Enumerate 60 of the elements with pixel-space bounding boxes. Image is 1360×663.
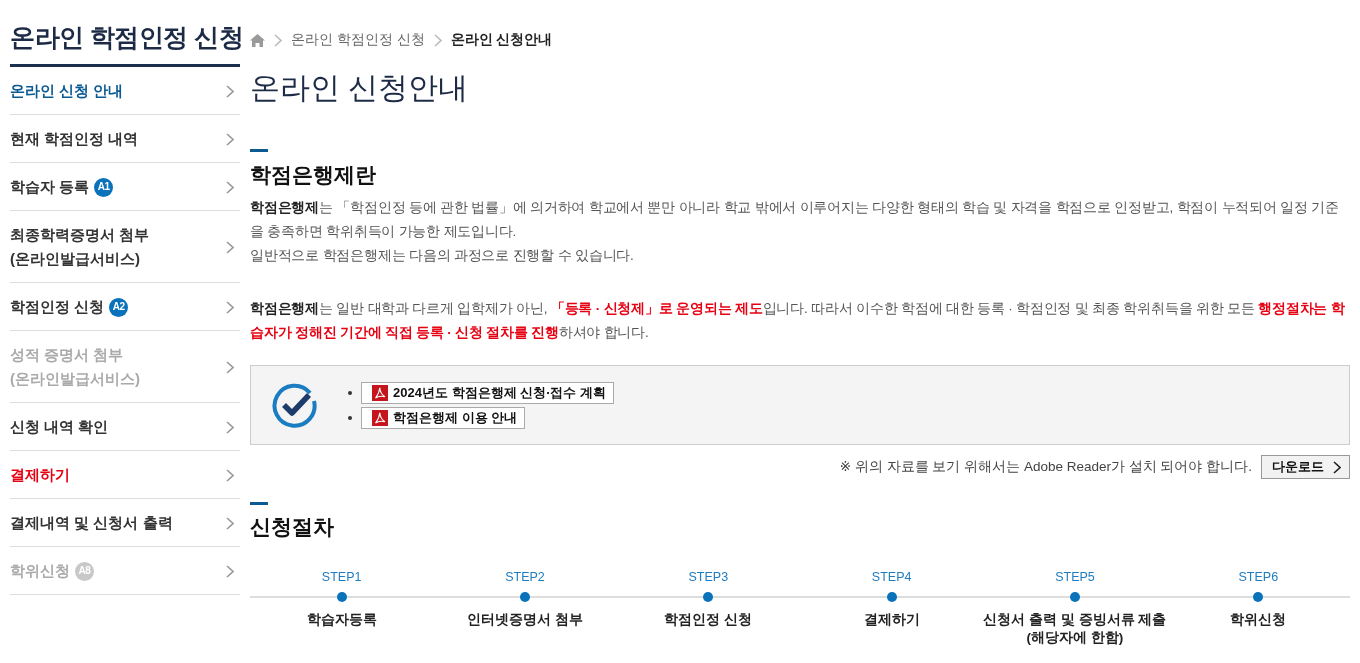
- dot-icon: [1070, 592, 1080, 602]
- step-title: 학습자등록: [306, 611, 377, 629]
- dot-icon: [703, 592, 714, 602]
- chevron-right-icon: [433, 33, 442, 47]
- step-title: 학위신청: [1230, 611, 1287, 629]
- chevron-right-icon: [226, 84, 234, 98]
- description-text: 일반적으로 학점은행제는 다음의 과정으로 진행할 수 있습니다.: [250, 247, 635, 265]
- dot-icon: [520, 592, 530, 602]
- dot-icon: [886, 592, 897, 602]
- pdf-icon: [372, 409, 388, 426]
- level-badge: A1: [94, 177, 114, 197]
- dot-icon: [336, 592, 347, 602]
- accent-bar: [250, 149, 268, 152]
- chevron-right-icon: [226, 360, 234, 374]
- chevron-right-icon: [274, 33, 282, 47]
- sidebar-item[interactable]: 결제내역 및 신청서 출력: [10, 499, 240, 547]
- page-title: 온라인 신청안내: [250, 70, 470, 106]
- chevron-right-icon: [1333, 460, 1341, 474]
- section-heading: 학점은행제란: [250, 162, 377, 188]
- chevron-right-icon: [226, 300, 234, 314]
- step-label: STEP4: [871, 569, 912, 585]
- download-button[interactable]: 다운로드: [1261, 455, 1350, 479]
- step-label: STEP2: [505, 569, 545, 585]
- step-label: STEP6: [1238, 569, 1279, 585]
- dot-icon: [1253, 592, 1264, 602]
- accent-bar: [250, 502, 268, 505]
- step-title: 인터넷증명서 첨부: [467, 611, 583, 629]
- notice-text: 학점은행제는 일반 대학과 다르게 입학제가 아닌, 「등록 · 신청제」로 운영되는 제도입니다. 따라서 이수한 학점에 대한 등록 · 학점인정 및 최종 학위취득을 위한 모든 행정절차는 학습자가 정해진 기간에 직접 등록 · 신청 절차를 진행하셔야 합니다.: [250, 300, 1346, 342]
- reader-note: ※ 위의 자료를 보기 위해서는 Adobe Reader가 설치 되어야 합니다.: [839, 458, 1252, 476]
- chevron-right-icon: [226, 420, 234, 434]
- checkmark-circle-icon: [272, 382, 318, 428]
- step-title: 결제하기: [863, 611, 920, 629]
- step-label: STEP3: [688, 569, 729, 585]
- section-heading: 신청절차: [250, 514, 335, 540]
- pdf-icon: [372, 384, 388, 401]
- home-icon[interactable]: [250, 33, 265, 47]
- chevron-right-icon: [226, 132, 234, 146]
- chevron-right-icon: [226, 468, 234, 482]
- sidebar-item[interactable]: 학점인정 신청 A2: [10, 283, 240, 331]
- step-label: STEP5: [1055, 569, 1095, 585]
- sidebar-item[interactable]: 결제하기: [10, 451, 240, 499]
- description-text: 학점은행제는 「학점인정 등에 관한 법률」에 의거하여 학교에서 뿐만 아니라 학교 밖에서 이루어지는 다양한 형태의 학습 및 자격을 학점으로 인정받고, 학점이 누적되어 일정 기준을 충족하면 학위취득이 가능한 제도입니다.: [250, 199, 1341, 241]
- sidebar-item[interactable]: 학습자 등록 A1: [10, 163, 240, 211]
- sidebar-item[interactable]: 신청 내역 확인: [10, 403, 240, 451]
- pdf-download-link[interactable]: 2024년도 학점은행제 신청·접수 계획: [361, 381, 615, 404]
- pdf-download-link[interactable]: 학점은행제 이용 안내: [361, 406, 526, 429]
- bullet-icon: [348, 415, 352, 420]
- step-title: 학점인정 신청: [664, 611, 753, 629]
- sidebar-item[interactable]: 최종학력증명서 첨부 (온라인발급서비스): [10, 211, 240, 283]
- chevron-right-icon: [226, 564, 234, 578]
- breadcrumb-link[interactable]: 온라인 신청안내: [450, 31, 553, 49]
- breadcrumb-link[interactable]: 온라인 학점인정 신청: [291, 31, 425, 49]
- step-title: 신청서 출력 및 증빙서류 제출 (해당자에 한함): [983, 611, 1167, 647]
- step-label: STEP1: [321, 569, 362, 585]
- chevron-right-icon: [226, 516, 234, 530]
- chevron-right-icon: [226, 180, 234, 194]
- bullet-icon: [348, 390, 352, 395]
- chevron-right-icon: [226, 240, 234, 254]
- sidebar-item[interactable]: 현재 학점인정 내역: [10, 115, 240, 163]
- level-badge: A2: [109, 297, 129, 317]
